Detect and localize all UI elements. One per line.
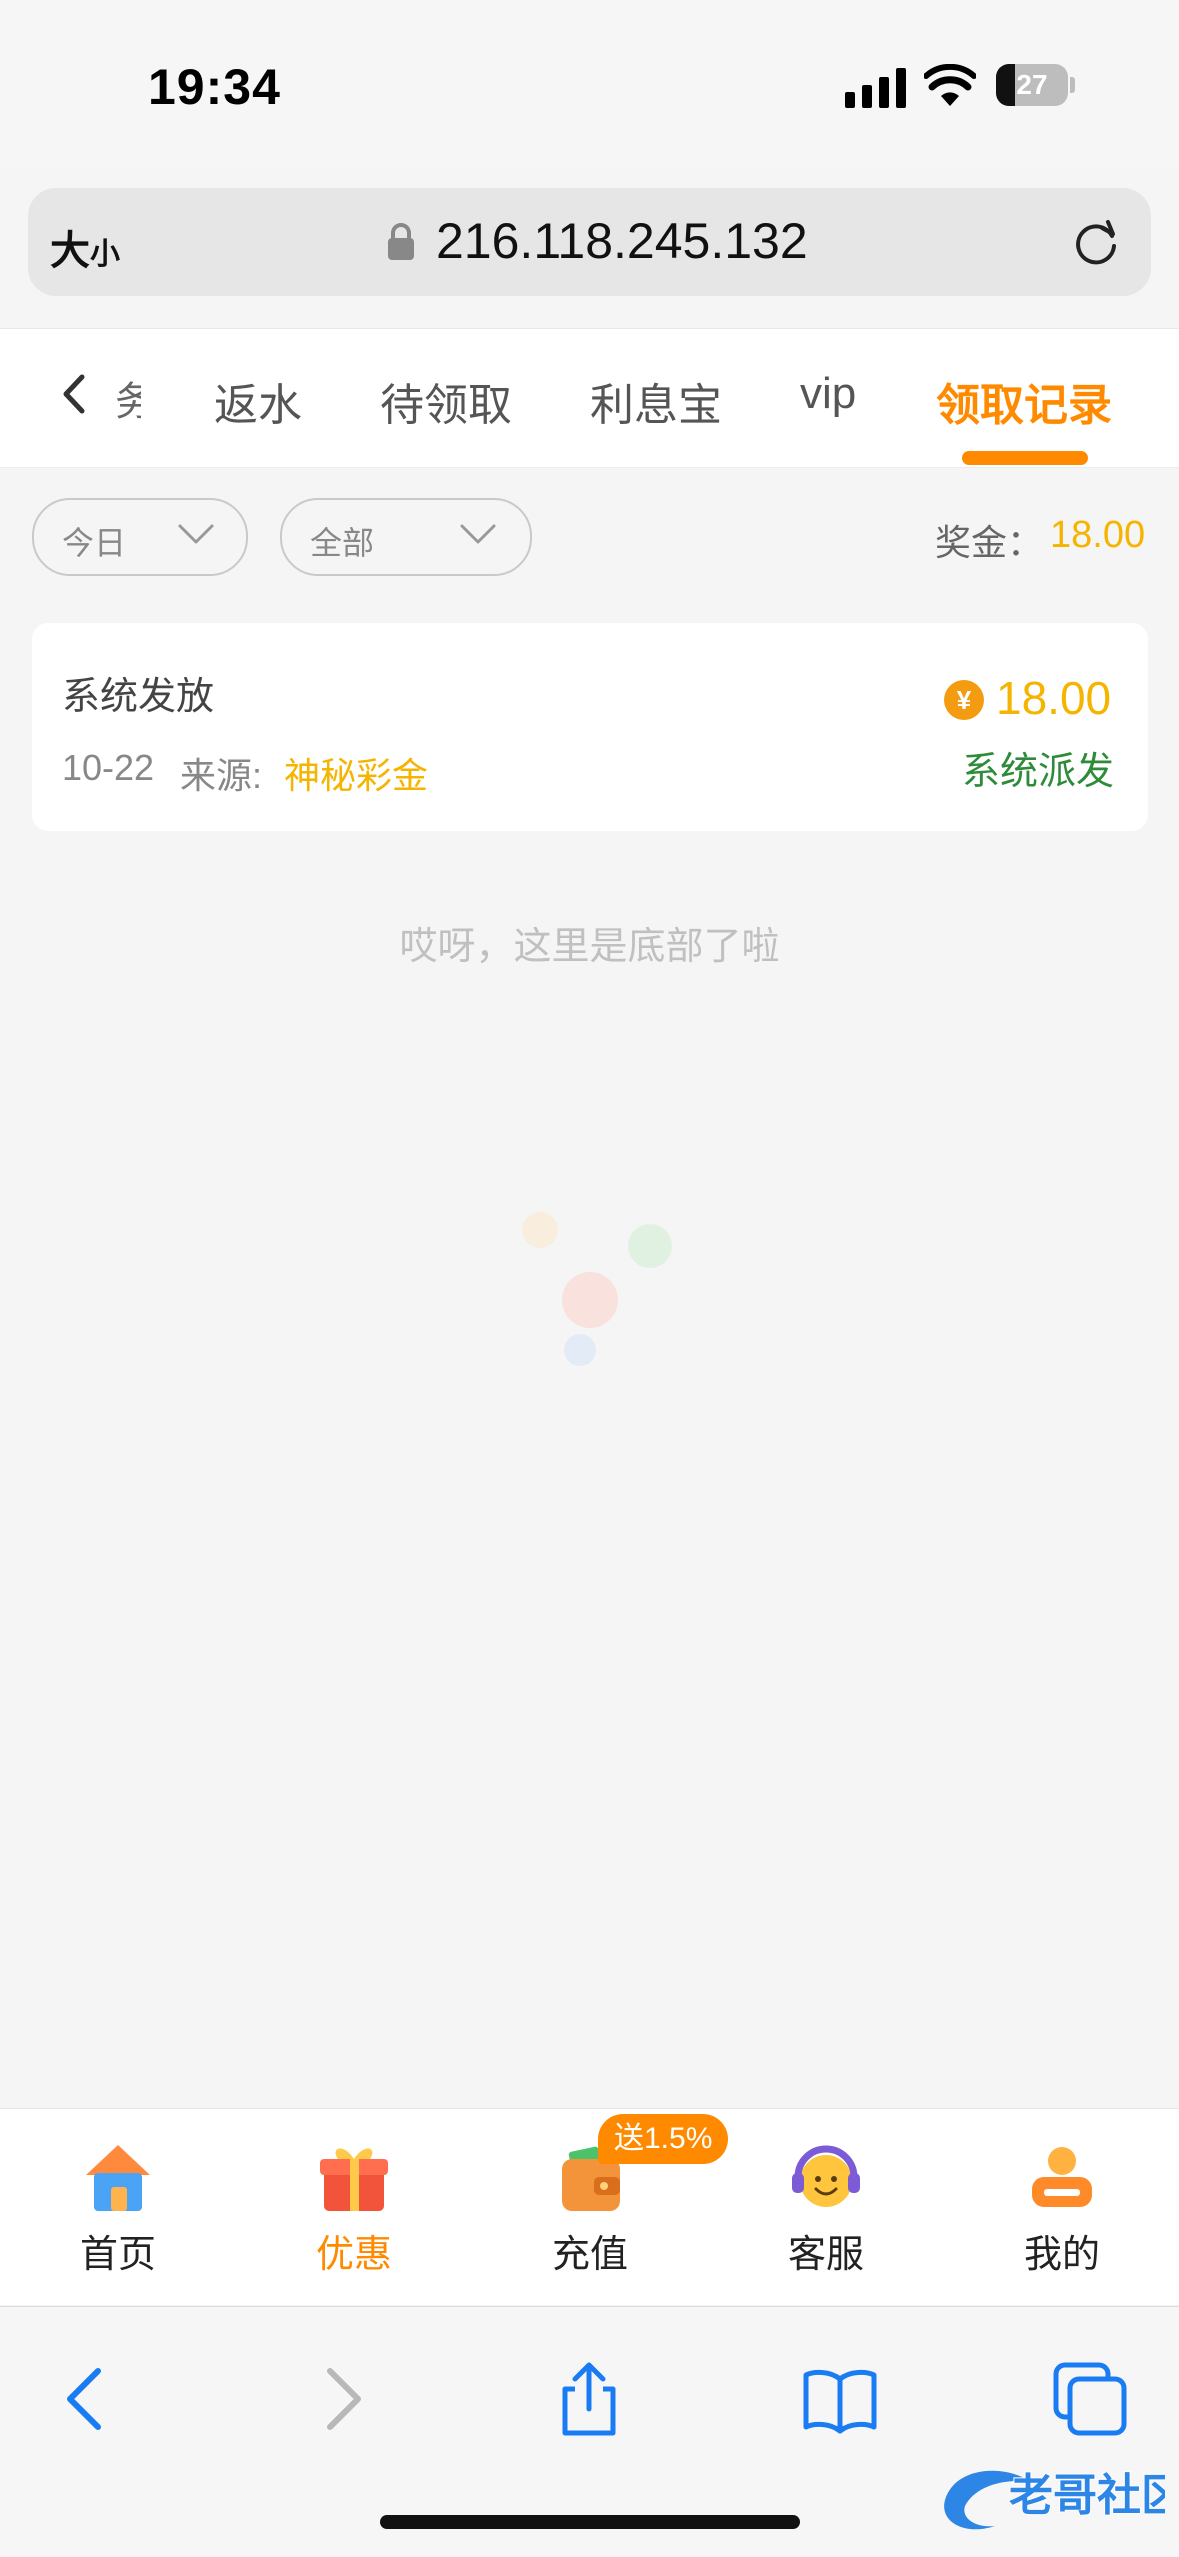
lock-icon	[388, 223, 414, 260]
nav-item-profile[interactable]: 我的	[944, 2109, 1179, 2305]
chevron-down-icon	[460, 524, 496, 544]
coin-icon: ¥	[944, 680, 984, 720]
loading-spinner-icon	[522, 1212, 672, 1366]
battery-percent: 27	[1016, 69, 1048, 100]
nav-label-support: 客服	[787, 2234, 864, 2276]
date-filter-value: 今日	[62, 525, 127, 561]
tab-rebate[interactable]: 返水	[214, 369, 302, 433]
svg-text:老哥社区: 老哥社区	[1009, 2471, 1165, 2520]
record-title: 系统发放	[62, 676, 215, 718]
nav-item-home[interactable]: 首页	[0, 2109, 236, 2305]
bookmarks-icon[interactable]	[800, 2359, 880, 2439]
nav-label-recharge: 充值	[551, 2234, 628, 2276]
nav-label-profile: 我的	[1023, 2234, 1100, 2276]
url-text[interactable]: 216.118.245.132	[436, 212, 808, 270]
bonus-label: 奖金：	[935, 522, 1044, 563]
record-status: 系统派发	[962, 751, 1115, 793]
end-of-list-text: 哎呀，这里是底部了啦	[399, 926, 780, 968]
nav-item-offers[interactable]: 优惠	[236, 2109, 472, 2305]
nav-label-offers: 优惠	[315, 2234, 392, 2276]
nav-item-support[interactable]: 客服	[708, 2109, 944, 2305]
tab-vip[interactable]: vip	[800, 369, 856, 419]
chevron-left-icon[interactable]	[58, 369, 88, 419]
bonus-total: 18.00	[1050, 514, 1146, 556]
record-date: 10-22	[62, 747, 155, 788]
profile-icon	[1032, 2147, 1092, 2207]
tab-claim-records[interactable]: 领取记录	[936, 369, 1112, 433]
chevron-down-icon	[178, 524, 214, 544]
watermark-logo: 老哥社区	[944, 2470, 1165, 2530]
text-size-button[interactable]: 大小	[50, 218, 120, 276]
home-indicator	[380, 2515, 800, 2529]
type-filter-value: 全部	[310, 525, 375, 561]
home-icon	[86, 2145, 150, 2211]
record-amount: 18.00	[996, 672, 1112, 724]
status-time: 19:34	[148, 59, 281, 115]
forward-icon[interactable]	[300, 2359, 380, 2439]
date-filter-select[interactable]: 今日	[32, 498, 248, 576]
address-bar[interactable]: 大小 216.118.245.132	[28, 188, 1151, 296]
record-source: 神秘彩金	[284, 755, 429, 796]
active-tab-indicator	[962, 451, 1088, 465]
text-size-big: 大	[50, 229, 90, 273]
text-size-small: 小	[90, 238, 120, 271]
record-source-label: 来源:	[180, 755, 263, 796]
gift-icon	[320, 2148, 388, 2211]
nav-label-home: 首页	[79, 2234, 156, 2276]
reload-icon[interactable]	[1068, 214, 1124, 270]
recharge-bonus-badge: 送1.5%	[598, 2114, 729, 2164]
type-filter-select[interactable]: 全部	[280, 498, 532, 576]
battery-indicator: 27	[996, 64, 1076, 106]
tab-partial[interactable]: 务	[115, 369, 141, 427]
tab-interest[interactable]: 利息宝	[590, 369, 722, 433]
tab-bar: 务 返水 待领取 利息宝 vip 领取记录	[0, 328, 1179, 468]
back-icon[interactable]	[48, 2359, 128, 2439]
status-bar: 19:34 27	[0, 0, 1179, 170]
bottom-nav: 首页 优惠 充值 客服 我的	[0, 2108, 1179, 2305]
wifi-icon	[924, 64, 976, 106]
share-icon[interactable]	[549, 2359, 629, 2439]
headset-icon	[792, 2145, 860, 2207]
tab-pending[interactable]: 待领取	[380, 369, 512, 433]
record-card: 系统发放 10-22 来源: 神秘彩金 ¥ 18.00 系统派发	[32, 623, 1148, 831]
cellular-signal-icon	[845, 68, 906, 108]
tabs-icon[interactable]	[1050, 2359, 1130, 2439]
